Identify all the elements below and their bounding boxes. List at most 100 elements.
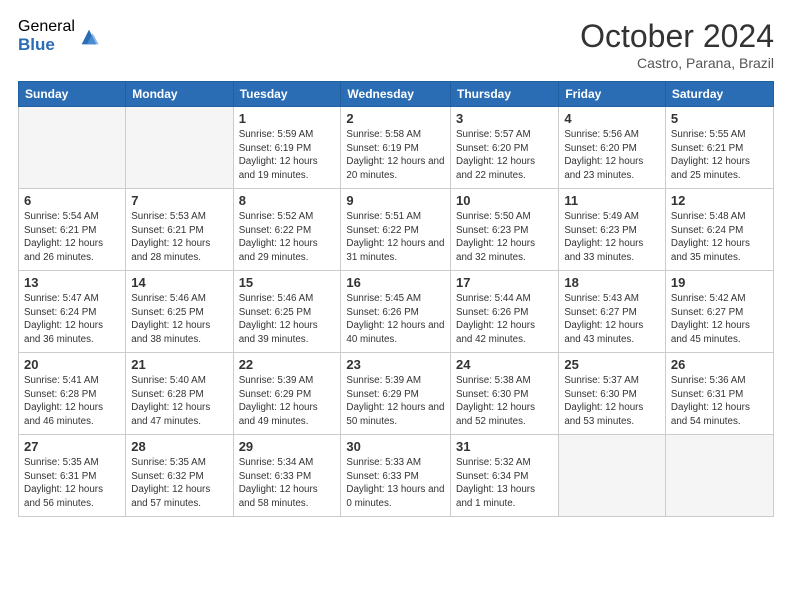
calendar-cell xyxy=(665,435,773,517)
day-info: Sunrise: 5:56 AM Sunset: 6:20 PM Dayligh… xyxy=(564,128,660,183)
week-row-0: 1Sunrise: 5:59 AM Sunset: 6:19 PM Daylig… xyxy=(19,107,774,189)
calendar-cell: 4 Sunrise: 5:56 AM Sunset: 6:20 PM Daylig… xyxy=(559,107,666,189)
calendar-table: Sunday Monday Tuesday Wednesday Thursday… xyxy=(18,81,774,517)
calendar-cell: 17 Sunrise: 5:44 AM Sunset: 6:26 PM Dayli… xyxy=(451,271,559,353)
day-info: Sunrise: 5:45 AM Sunset: 6:26 PM Dayligh… xyxy=(346,292,445,347)
calendar-cell: 22 Sunrise: 5:39 AM Sunset: 6:29 PM Dayli… xyxy=(233,353,341,435)
day-number: 24 xyxy=(456,357,553,372)
page: General Blue October 2024 Castro, Parana… xyxy=(0,0,792,612)
calendar-body: 1Sunrise: 5:59 AM Sunset: 6:19 PM Daylig… xyxy=(19,107,774,517)
day-number: 5 xyxy=(671,111,768,126)
day-number: 29 xyxy=(239,439,336,454)
day-number: 1 xyxy=(239,111,336,126)
day-number: 22 xyxy=(239,357,336,372)
month-title: October 2024 xyxy=(580,18,774,55)
day-number: 20 xyxy=(24,357,120,372)
calendar-cell: 30 Sunrise: 5:33 AM Sunset: 6:33 PM Dayli… xyxy=(341,435,451,517)
col-saturday: Saturday xyxy=(665,82,773,107)
day-number: 27 xyxy=(24,439,120,454)
day-info: Sunrise: 5:38 AM Sunset: 6:30 PM Dayligh… xyxy=(456,374,553,429)
day-info: Sunrise: 5:37 AM Sunset: 6:30 PM Dayligh… xyxy=(564,374,660,429)
calendar-header: Sunday Monday Tuesday Wednesday Thursday… xyxy=(19,82,774,107)
calendar-cell: 9Sunrise: 5:51 AM Sunset: 6:22 PM Daylig… xyxy=(341,189,451,271)
day-number: 8 xyxy=(239,193,336,208)
day-number: 10 xyxy=(456,193,553,208)
day-info: Sunrise: 5:57 AM Sunset: 6:20 PM Dayligh… xyxy=(456,128,553,183)
calendar-cell: 28 Sunrise: 5:35 AM Sunset: 6:32 PM Dayli… xyxy=(126,435,233,517)
day-info: Sunrise: 5:54 AM Sunset: 6:21 PM Dayligh… xyxy=(24,210,120,265)
day-info: Sunrise: 5:43 AM Sunset: 6:27 PM Dayligh… xyxy=(564,292,660,347)
day-info: Sunrise: 5:48 AM Sunset: 6:24 PM Dayligh… xyxy=(671,210,768,265)
day-info: Sunrise: 5:51 AM Sunset: 6:22 PM Dayligh… xyxy=(346,210,445,265)
day-info: Sunrise: 5:35 AM Sunset: 6:31 PM Dayligh… xyxy=(24,456,120,511)
col-wednesday: Wednesday xyxy=(341,82,451,107)
day-info: Sunrise: 5:49 AM Sunset: 6:23 PM Dayligh… xyxy=(564,210,660,265)
day-info: Sunrise: 5:46 AM Sunset: 6:25 PM Dayligh… xyxy=(239,292,336,347)
day-info: Sunrise: 5:36 AM Sunset: 6:31 PM Dayligh… xyxy=(671,374,768,429)
col-monday: Monday xyxy=(126,82,233,107)
day-info: Sunrise: 5:47 AM Sunset: 6:24 PM Dayligh… xyxy=(24,292,120,347)
day-number: 30 xyxy=(346,439,445,454)
day-info: Sunrise: 5:58 AM Sunset: 6:19 PM Dayligh… xyxy=(346,128,445,183)
day-number: 3 xyxy=(456,111,553,126)
day-number: 26 xyxy=(671,357,768,372)
calendar-cell xyxy=(559,435,666,517)
logo-text: General Blue xyxy=(18,18,75,54)
day-number: 17 xyxy=(456,275,553,290)
day-number: 13 xyxy=(24,275,120,290)
calendar-cell xyxy=(126,107,233,189)
col-tuesday: Tuesday xyxy=(233,82,341,107)
calendar-cell: 13 Sunrise: 5:47 AM Sunset: 6:24 PM Dayli… xyxy=(19,271,126,353)
day-number: 4 xyxy=(564,111,660,126)
day-number: 16 xyxy=(346,275,445,290)
col-thursday: Thursday xyxy=(451,82,559,107)
day-info: Sunrise: 5:39 AM Sunset: 6:29 PM Dayligh… xyxy=(239,374,336,429)
calendar-cell: 29 Sunrise: 5:34 AM Sunset: 6:33 PM Dayli… xyxy=(233,435,341,517)
calendar-cell: 23Sunrise: 5:39 AM Sunset: 6:29 PM Dayli… xyxy=(341,353,451,435)
calendar-cell: 11Sunrise: 5:49 AM Sunset: 6:23 PM Dayli… xyxy=(559,189,666,271)
day-number: 21 xyxy=(131,357,227,372)
week-row-2: 13 Sunrise: 5:47 AM Sunset: 6:24 PM Dayli… xyxy=(19,271,774,353)
day-info: Sunrise: 5:40 AM Sunset: 6:28 PM Dayligh… xyxy=(131,374,227,429)
day-number: 31 xyxy=(456,439,553,454)
calendar-cell: 12Sunrise: 5:48 AM Sunset: 6:24 PM Dayli… xyxy=(665,189,773,271)
day-number: 14 xyxy=(131,275,227,290)
header-row: Sunday Monday Tuesday Wednesday Thursday… xyxy=(19,82,774,107)
day-info: Sunrise: 5:35 AM Sunset: 6:32 PM Dayligh… xyxy=(131,456,227,511)
title-block: October 2024 Castro, Parana, Brazil xyxy=(580,18,774,71)
week-row-1: 6Sunrise: 5:54 AM Sunset: 6:21 PM Daylig… xyxy=(19,189,774,271)
calendar-cell: 24 Sunrise: 5:38 AM Sunset: 6:30 PM Dayli… xyxy=(451,353,559,435)
day-info: Sunrise: 5:34 AM Sunset: 6:33 PM Dayligh… xyxy=(239,456,336,511)
logo-icon xyxy=(78,26,100,48)
calendar-cell: 8 Sunrise: 5:52 AM Sunset: 6:22 PM Daylig… xyxy=(233,189,341,271)
calendar-cell: 6Sunrise: 5:54 AM Sunset: 6:21 PM Daylig… xyxy=(19,189,126,271)
calendar-cell: 16 Sunrise: 5:45 AM Sunset: 6:26 PM Dayli… xyxy=(341,271,451,353)
day-info: Sunrise: 5:33 AM Sunset: 6:33 PM Dayligh… xyxy=(346,456,445,511)
day-info: Sunrise: 5:46 AM Sunset: 6:25 PM Dayligh… xyxy=(131,292,227,347)
header: General Blue October 2024 Castro, Parana… xyxy=(18,18,774,71)
day-info: Sunrise: 5:44 AM Sunset: 6:26 PM Dayligh… xyxy=(456,292,553,347)
day-info: Sunrise: 5:32 AM Sunset: 6:34 PM Dayligh… xyxy=(456,456,553,511)
calendar-cell: 5Sunrise: 5:55 AM Sunset: 6:21 PM Daylig… xyxy=(665,107,773,189)
day-number: 28 xyxy=(131,439,227,454)
calendar-cell: 31 Sunrise: 5:32 AM Sunset: 6:34 PM Dayli… xyxy=(451,435,559,517)
week-row-3: 20Sunrise: 5:41 AM Sunset: 6:28 PM Dayli… xyxy=(19,353,774,435)
col-sunday: Sunday xyxy=(19,82,126,107)
calendar-cell: 20Sunrise: 5:41 AM Sunset: 6:28 PM Dayli… xyxy=(19,353,126,435)
calendar-cell: 26 Sunrise: 5:36 AM Sunset: 6:31 PM Dayli… xyxy=(665,353,773,435)
calendar-cell: 10 Sunrise: 5:50 AM Sunset: 6:23 PM Dayli… xyxy=(451,189,559,271)
day-number: 25 xyxy=(564,357,660,372)
calendar-cell: 21 Sunrise: 5:40 AM Sunset: 6:28 PM Dayli… xyxy=(126,353,233,435)
day-number: 19 xyxy=(671,275,768,290)
day-number: 15 xyxy=(239,275,336,290)
day-number: 2 xyxy=(346,111,445,126)
calendar-cell: 18Sunrise: 5:43 AM Sunset: 6:27 PM Dayli… xyxy=(559,271,666,353)
day-number: 7 xyxy=(131,193,227,208)
calendar-cell: 25 Sunrise: 5:37 AM Sunset: 6:30 PM Dayli… xyxy=(559,353,666,435)
calendar-cell: 2 Sunrise: 5:58 AM Sunset: 6:19 PM Daylig… xyxy=(341,107,451,189)
day-info: Sunrise: 5:53 AM Sunset: 6:21 PM Dayligh… xyxy=(131,210,227,265)
logo: General Blue xyxy=(18,18,100,54)
day-info: Sunrise: 5:52 AM Sunset: 6:22 PM Dayligh… xyxy=(239,210,336,265)
calendar-cell: 1Sunrise: 5:59 AM Sunset: 6:19 PM Daylig… xyxy=(233,107,341,189)
day-info: Sunrise: 5:50 AM Sunset: 6:23 PM Dayligh… xyxy=(456,210,553,265)
